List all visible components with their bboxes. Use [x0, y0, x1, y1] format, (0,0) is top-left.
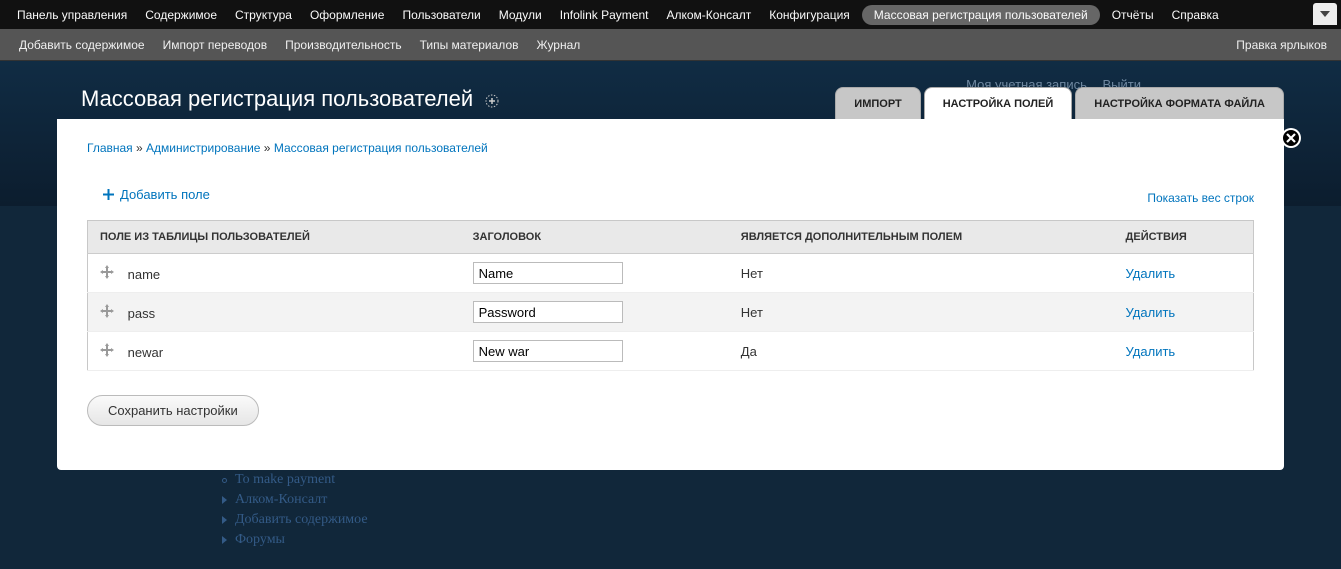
add-shortcut-icon[interactable]: [485, 88, 499, 114]
close-icon: [1280, 127, 1302, 149]
bg-menu-item[interactable]: To make payment: [222, 472, 395, 488]
admin-menu-item[interactable]: Панель управления: [8, 2, 136, 28]
shortcut-dropdown-toggle[interactable]: [1313, 3, 1337, 25]
chevron-down-icon: [1320, 11, 1330, 17]
admin-menu-item[interactable]: Infolink Payment: [551, 2, 658, 28]
overlay: Массовая регистрация пользователей ИМПОР…: [57, 81, 1284, 470]
admin-menu-item[interactable]: Справка: [1163, 2, 1228, 28]
overlay-body: Главная » Администрирование » Массовая р…: [57, 119, 1284, 470]
shortcut-bar: Добавить содержимое Импорт переводов Про…: [0, 29, 1341, 61]
admin-menu-item[interactable]: Содержимое: [136, 2, 226, 28]
bg-menu-item[interactable]: Форумы: [222, 532, 395, 548]
breadcrumb-current[interactable]: Массовая регистрация пользователей: [274, 141, 488, 155]
admin-toolbar: Панель управления Содержимое Структура О…: [0, 0, 1341, 29]
add-field-link[interactable]: Добавить поле: [103, 187, 210, 202]
overlay-tabs: ИМПОРТ НАСТРОЙКА ПОЛЕЙ НАСТРОЙКА ФОРМАТА…: [832, 87, 1284, 119]
field-name: pass: [128, 306, 155, 321]
admin-menu-item[interactable]: Отчёты: [1103, 2, 1163, 28]
page-title: Массовая регистрация пользователей: [57, 86, 499, 113]
shortcut-item[interactable]: Типы материалов: [411, 32, 528, 58]
table-row: name Нет Удалить: [88, 254, 1254, 293]
overlay-header: Массовая регистрация пользователей ИМПОР…: [57, 81, 1284, 119]
shortcut-item[interactable]: Производительность: [276, 32, 410, 58]
bg-menu-item[interactable]: Алком-Консалт: [222, 492, 395, 508]
delete-link[interactable]: Удалить: [1126, 344, 1176, 359]
table-row: pass Нет Удалить: [88, 293, 1254, 332]
field-extra-value: Да: [729, 332, 1114, 371]
show-row-weights-link[interactable]: Показать вес строк: [1147, 191, 1254, 205]
admin-menu-item[interactable]: Модули: [490, 2, 551, 28]
field-name: newar: [128, 345, 163, 360]
field-name: name: [128, 267, 161, 282]
admin-menu-item[interactable]: Алком-Консалт: [657, 2, 760, 28]
field-extra-value: Нет: [729, 293, 1114, 332]
plus-icon: [103, 189, 114, 200]
delete-link[interactable]: Удалить: [1126, 266, 1176, 281]
breadcrumb-home[interactable]: Главная: [87, 141, 133, 155]
col-actions: ДЕЙСТВИЯ: [1114, 221, 1254, 254]
shortcut-item[interactable]: Добавить содержимое: [10, 32, 154, 58]
field-title-input[interactable]: [473, 301, 623, 323]
bg-menu-item[interactable]: Добавить содержимое: [222, 512, 395, 528]
edit-shortcuts-link[interactable]: Правка ярлыков: [1236, 38, 1327, 52]
shortcut-item[interactable]: Импорт переводов: [154, 32, 277, 58]
admin-menu-item[interactable]: Пользователи: [393, 2, 489, 28]
field-extra-value: Нет: [729, 254, 1114, 293]
fields-table: ПОЛЕ ИЗ ТАБЛИЦЫ ПОЛЬЗОВАТЕЛЕЙ ЗАГОЛОВОК …: [87, 220, 1254, 371]
field-title-input[interactable]: [473, 262, 623, 284]
col-field: ПОЛЕ ИЗ ТАБЛИЦЫ ПОЛЬЗОВАТЕЛЕЙ: [88, 221, 461, 254]
close-overlay-button[interactable]: [1280, 127, 1302, 149]
col-title: ЗАГОЛОВОК: [461, 221, 729, 254]
breadcrumb-admin[interactable]: Администрирование: [146, 141, 260, 155]
admin-menu-item[interactable]: Конфигурация: [760, 2, 859, 28]
tab-file-format[interactable]: НАСТРОЙКА ФОРМАТА ФАЙЛА: [1075, 87, 1284, 119]
save-settings-button[interactable]: Сохранить настройки: [87, 395, 259, 426]
drag-handle-icon[interactable]: [100, 265, 114, 282]
shortcut-item[interactable]: Журнал: [528, 32, 590, 58]
table-row: newar Да Удалить: [88, 332, 1254, 371]
admin-menu-item[interactable]: Оформление: [301, 2, 393, 28]
drag-handle-icon[interactable]: [100, 343, 114, 360]
col-extra: ЯВЛЯЕТСЯ ДОПОЛНИТЕЛЬНЫМ ПОЛЕМ: [729, 221, 1114, 254]
admin-menu-item[interactable]: Структура: [226, 2, 301, 28]
delete-link[interactable]: Удалить: [1126, 305, 1176, 320]
admin-menu-item-active[interactable]: Массовая регистрация пользователей: [862, 5, 1100, 25]
tab-import[interactable]: ИМПОРТ: [835, 87, 920, 119]
tab-field-settings[interactable]: НАСТРОЙКА ПОЛЕЙ: [924, 87, 1073, 119]
drag-handle-icon[interactable]: [100, 304, 114, 321]
field-title-input[interactable]: [473, 340, 623, 362]
breadcrumb: Главная » Администрирование » Массовая р…: [87, 141, 1254, 155]
